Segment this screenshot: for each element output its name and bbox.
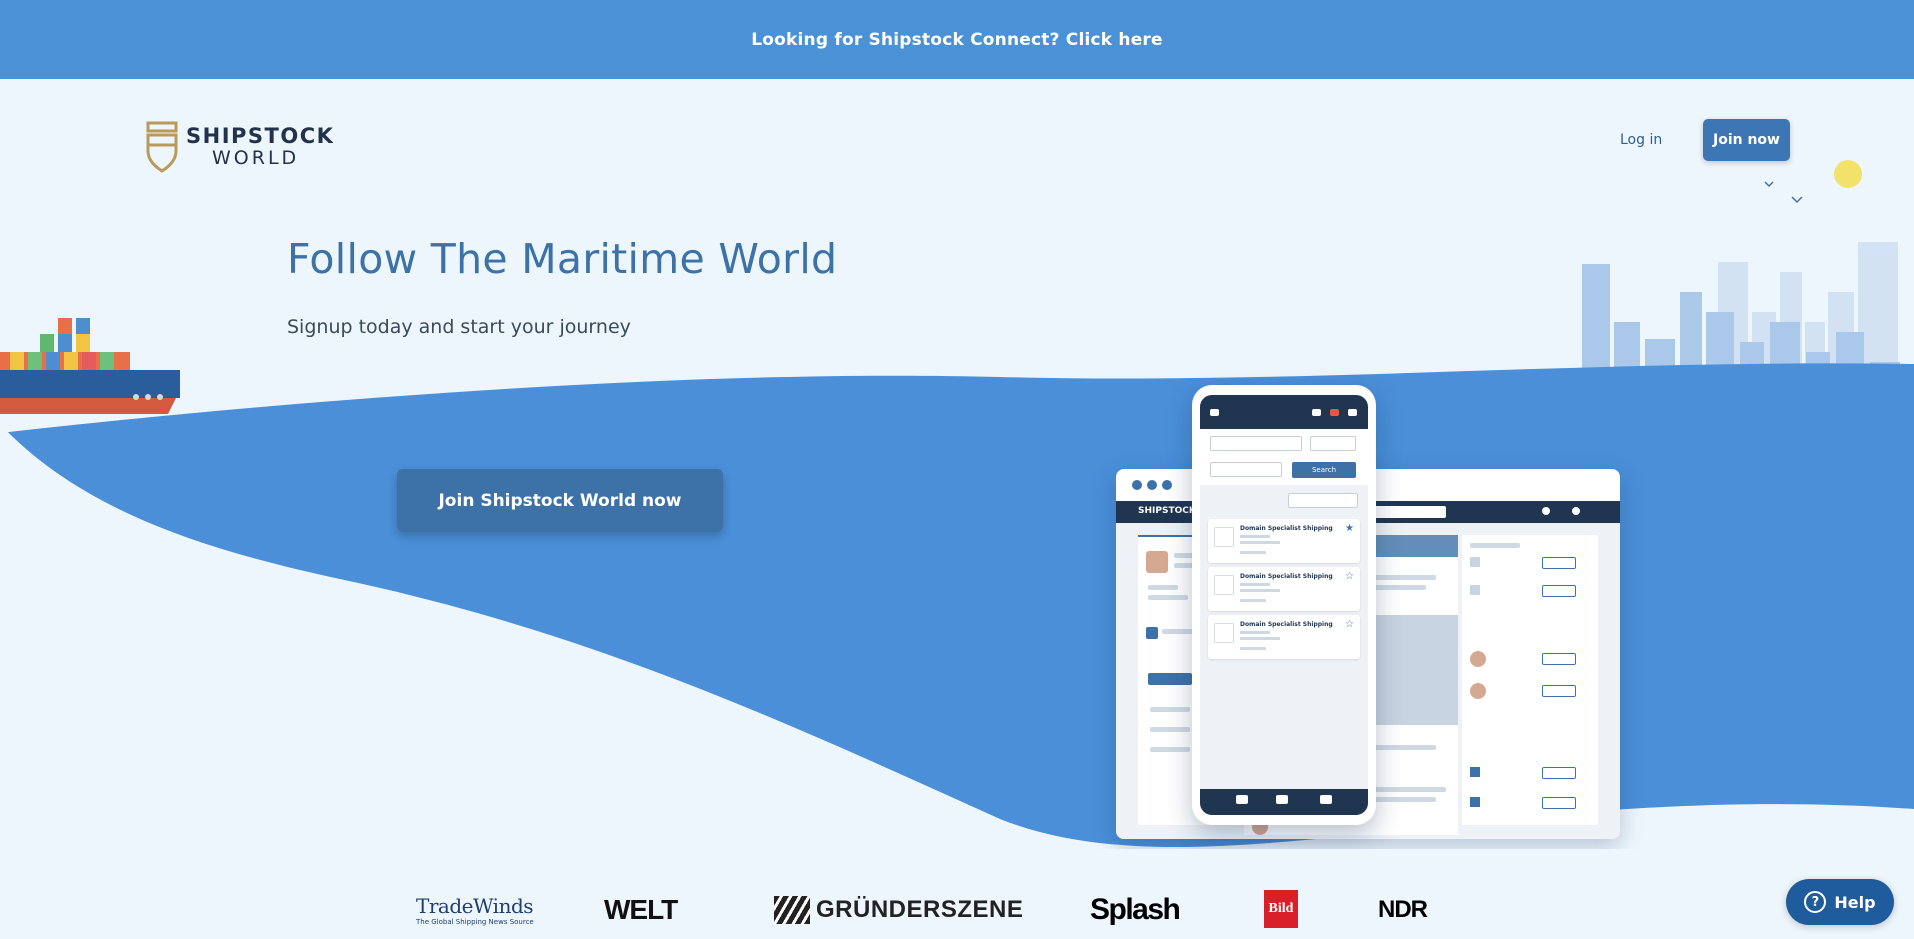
star-icon: ☆ [1345,619,1354,630]
phone-job-card: Domain Specialist Shipping ☆ [1208,615,1360,659]
hero-subtitle: Signup today and start your journey [287,316,631,338]
connect-banner-link[interactable]: Looking for Shipstock Connect? Click her… [751,30,1163,50]
hero-illustration [0,181,1914,849]
question-icon: ? [1804,891,1827,913]
gruenderszene-logo: GRÜNDERSZENE [774,890,1023,930]
phone-app-mockup: Search Domain Specialist Shipping ★ Doma… [1192,385,1376,825]
window-dots [1132,480,1172,490]
star-icon: ☆ [1345,571,1354,582]
join-shipstock-button[interactable]: Join Shipstock World now [397,469,723,532]
bild-logo: Bild [1264,890,1298,928]
splash-logo: Splash [1090,893,1181,926]
hero-section: SHIPSTOCK WORLD Log in Join now Follow T… [0,79,1914,849]
sun-decoration [1834,160,1862,188]
phone-header [1200,395,1368,429]
hero-title: Follow The Maritime World [287,235,838,283]
phone-job-card: Domain Specialist Shipping ☆ [1208,567,1360,611]
shipstock-logo[interactable]: SHIPSTOCK WORLD [144,121,334,173]
help-label: Help [1834,892,1876,912]
phone-tabbar [1200,789,1368,815]
login-link[interactable]: Log in [1620,120,1662,160]
star-icon: ★ [1345,523,1354,534]
join-now-button[interactable]: Join now [1703,119,1790,161]
logo-line1: SHIPSTOCK [186,124,335,148]
logo-line2: WORLD [212,147,300,169]
welt-logo: WELT [604,894,678,925]
phone-search-button: Search [1292,462,1356,478]
tradewinds-logo: TradeWinds The Global Shipping News Sour… [416,894,534,926]
phone-job-card: Domain Specialist Shipping ★ [1208,519,1360,563]
connect-banner: Looking for Shipstock Connect? Click her… [0,0,1914,79]
shield-icon [146,121,178,173]
mockup-suggestions-column [1462,535,1598,825]
mockup-brand: SHIPSTOCK [1138,506,1196,516]
help-button[interactable]: ? Help [1786,879,1894,925]
ndr-logo: NDR [1378,896,1428,923]
